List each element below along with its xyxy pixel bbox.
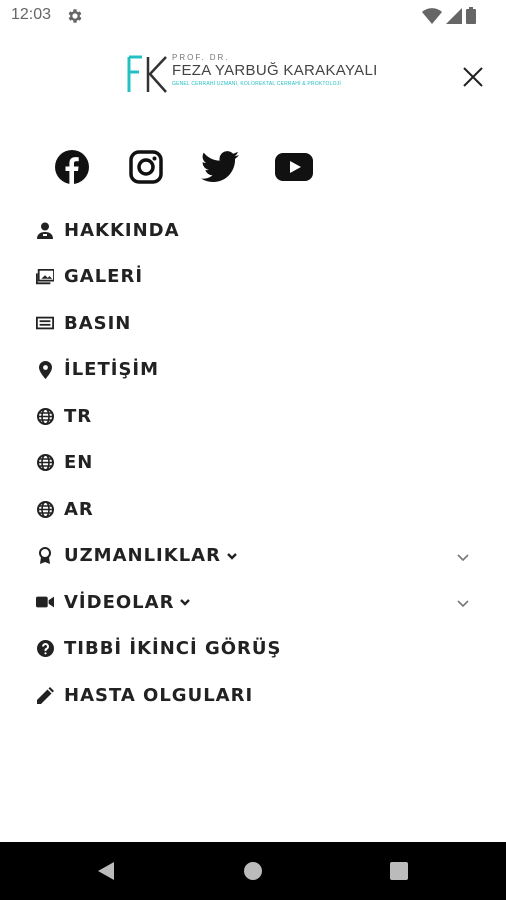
- menu-label: UZMANLIKLAR: [64, 545, 221, 567]
- settings-gear-icon: [68, 9, 82, 23]
- logo-name: FEZA YARBUĞ KARAKAYALI: [172, 62, 378, 79]
- logo-prefix: PROF. DR.: [172, 53, 230, 62]
- images-icon: [36, 268, 54, 286]
- menu-item-hasta-olgulari[interactable]: HASTA OLGULARI: [36, 672, 476, 719]
- instagram-icon: [129, 150, 163, 184]
- menu-label: VİDEOLAR: [64, 591, 175, 613]
- globe-icon: [36, 454, 54, 472]
- status-time: 12:03: [11, 6, 52, 23]
- drawer-menu: HAKKINDA GALERİ BASIN İLETİŞİM TR EN AR …: [36, 207, 476, 719]
- menu-label: TR: [64, 405, 93, 427]
- award-icon: [36, 546, 54, 565]
- expand-chevron-icon[interactable]: [456, 550, 470, 564]
- cell-signal-icon: [446, 7, 462, 24]
- logo[interactable]: PROF. DR. FEZA YARBUĞ KARAKAYALI GENEL C…: [124, 53, 377, 94]
- menu-item-hakkinda[interactable]: HAKKINDA: [36, 207, 476, 254]
- chevron-down-icon: [227, 552, 237, 560]
- status-icons: [422, 7, 476, 24]
- twitter-icon: [201, 151, 239, 183]
- location-pin-icon: [36, 360, 54, 379]
- menu-label: AR: [64, 498, 94, 520]
- drawer-header: PROF. DR. FEZA YARBUĞ KARAKAYALI GENEL C…: [0, 44, 506, 114]
- doctor-icon: [36, 221, 54, 239]
- status-bar: 12:03: [0, 0, 506, 32]
- menu-item-lang-ar[interactable]: AR: [36, 486, 476, 533]
- expand-chevron-icon[interactable]: [456, 596, 470, 610]
- facebook-icon: [55, 150, 89, 184]
- menu-item-iletisim[interactable]: İLETİŞİM: [36, 347, 476, 394]
- back-icon[interactable]: [96, 861, 116, 881]
- youtube-link[interactable]: [274, 147, 314, 187]
- wifi-icon: [422, 7, 442, 24]
- instagram-link[interactable]: [126, 147, 166, 187]
- youtube-icon: [275, 153, 313, 181]
- home-icon[interactable]: [243, 861, 263, 881]
- facebook-link[interactable]: [52, 147, 92, 187]
- menu-label: EN: [64, 452, 94, 474]
- menu-item-tibbi-ikinci-gorus[interactable]: TIBBİ İKİNCİ GÖRÜŞ: [36, 626, 476, 673]
- menu-item-galeri[interactable]: GALERİ: [36, 254, 476, 301]
- menu-item-basin[interactable]: BASIN: [36, 300, 476, 347]
- newspaper-icon: [36, 314, 54, 332]
- menu-label: GALERİ: [64, 266, 144, 288]
- logo-mark-icon: [127, 55, 167, 93]
- menu-item-lang-tr[interactable]: TR: [36, 393, 476, 440]
- globe-icon: [36, 407, 54, 425]
- battery-icon: [466, 7, 476, 24]
- recents-icon[interactable]: [389, 861, 409, 881]
- menu-label: TIBBİ İKİNCİ GÖRÜŞ: [64, 638, 282, 660]
- system-navigation-bar: [0, 842, 506, 900]
- menu-label: BASIN: [64, 312, 132, 334]
- menu-item-videolar[interactable]: VİDEOLAR: [36, 579, 476, 626]
- menu-label: İLETİŞİM: [64, 359, 160, 381]
- question-circle-icon: [36, 640, 54, 658]
- twitter-link[interactable]: [200, 147, 240, 187]
- video-camera-icon: [36, 593, 54, 611]
- logo-tagline: GENEL CERRAHİ UZMANI, KOLOREKTAL CERRAHİ…: [172, 81, 341, 87]
- menu-item-uzmanliklar[interactable]: UZMANLIKLAR: [36, 533, 476, 580]
- social-links: [52, 147, 348, 187]
- menu-label: HAKKINDA: [64, 219, 180, 241]
- pencil-icon: [36, 686, 54, 704]
- close-icon[interactable]: [460, 64, 486, 90]
- globe-icon: [36, 500, 54, 518]
- chevron-down-icon: [180, 599, 191, 606]
- menu-label: HASTA OLGULARI: [64, 684, 254, 706]
- menu-item-lang-en[interactable]: EN: [36, 440, 476, 487]
